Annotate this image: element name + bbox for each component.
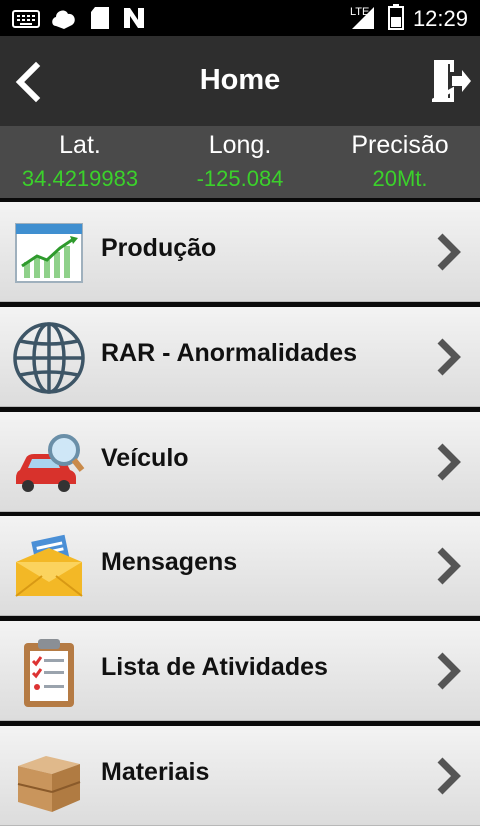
chevron-right-icon <box>437 547 461 585</box>
clock: 12:29 <box>412 6 468 31</box>
cloud-icon <box>52 10 75 30</box>
clipboard-checklist-icon <box>24 639 74 707</box>
menu-item-rar-anormalidades[interactable]: RAR - Anormalidades <box>0 307 480 407</box>
menu-item-lista-de-atividades[interactable]: Lista de Atividades <box>0 621 480 721</box>
gps-panel: Lat. 34.4219983 Long. -125.084 Precisão … <box>0 126 480 198</box>
n-icon <box>124 8 144 28</box>
menu-item-label: Materiais <box>101 758 210 786</box>
chevron-right-icon <box>437 443 461 481</box>
longitude-value: -125.084 <box>196 166 284 191</box>
latitude-label: Lat. <box>59 131 101 159</box>
chevron-right-icon <box>437 652 461 690</box>
menu-item-mensagens[interactable]: Mensagens <box>0 516 480 616</box>
car-search-icon <box>16 434 85 492</box>
menu-item-label: Produção <box>101 234 217 262</box>
menu-item-producao[interactable]: Produção <box>0 202 480 302</box>
precision-value: 20Mt. <box>372 166 428 191</box>
menu-item-veiculo[interactable]: Veículo <box>0 412 480 512</box>
title-bar: Home <box>0 36 480 126</box>
latitude-block: Lat. 34.4219983 <box>0 130 160 194</box>
battery-icon <box>388 4 404 30</box>
envelope-icon <box>15 534 83 597</box>
sd-card-icon <box>91 7 109 29</box>
menu-item-label: RAR - Anormalidades <box>101 339 358 367</box>
keyboard-icon <box>12 10 40 28</box>
chevron-right-icon <box>437 338 461 376</box>
precision-label: Precisão <box>351 131 449 159</box>
longitude-label: Long. <box>208 131 272 159</box>
logout-icon[interactable] <box>432 58 472 104</box>
crate-icon <box>17 756 81 812</box>
latitude-value: 34.4219983 <box>21 166 139 191</box>
menu-item-label: Lista de Atividades <box>101 653 328 681</box>
menu-item-label: Veículo <box>101 444 189 472</box>
page-title: Home <box>199 64 281 96</box>
chevron-right-icon <box>437 757 461 795</box>
longitude-block: Long. -125.084 <box>160 130 320 194</box>
menu-item-materiais[interactable]: Materiais <box>0 726 480 826</box>
precision-block: Precisão 20Mt. <box>320 130 480 194</box>
globe-icon <box>13 322 85 394</box>
menu-item-label: Mensagens <box>101 548 238 576</box>
signal-icon <box>352 7 374 29</box>
status-bar: LTE 12:29 <box>0 0 480 36</box>
production-chart-icon <box>15 223 83 283</box>
chevron-right-icon <box>437 233 461 271</box>
